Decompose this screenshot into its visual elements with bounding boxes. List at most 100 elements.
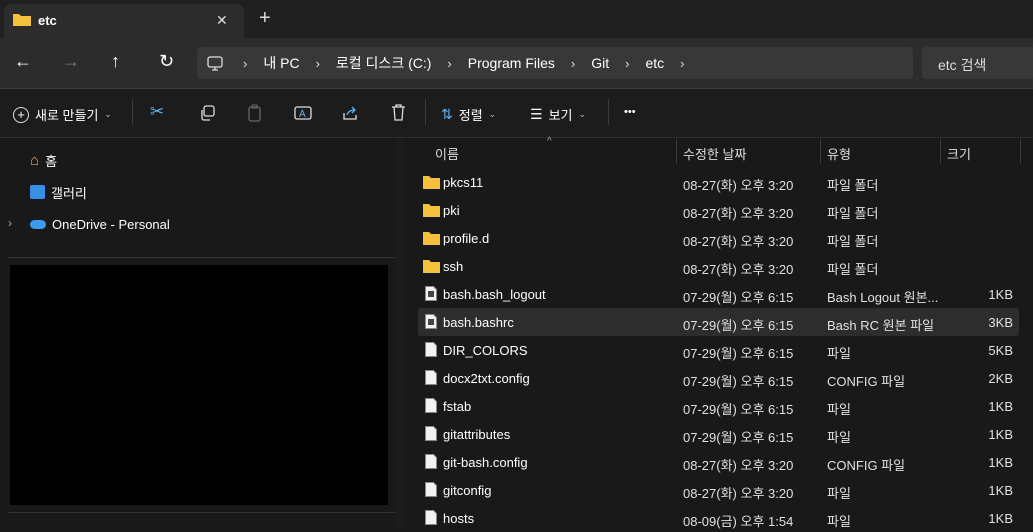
breadcrumb-local-disk[interactable]: 로컬 디스크 (C:) [326,53,442,73]
svg-text:A: A [299,109,306,120]
cut-icon[interactable]: ✂ [150,102,164,122]
script-file-icon [425,286,437,301]
file-type: 파일 [827,514,851,529]
command-bar: + 새로 만들기 ⌄ ✂ A ⇅ 정렬 ⌄ ☰ 보기 ⌄ ••• [0,89,1033,138]
search-input[interactable]: etc 검색 [922,47,1033,79]
chevron-right-icon[interactable]: › [674,56,690,71]
expand-chevron-icon[interactable]: › [8,216,12,230]
file-row[interactable]: bash.bash_logout 07-29(월) 오후 6:15 Bash Log… [404,280,1033,308]
file-row[interactable]: gitconfig 08-27(화) 오후 3:20 파일 1KB [404,476,1033,504]
file-row[interactable]: git-bash.config 08-27(화) 오후 3:20 CONFIG 파일… [404,448,1033,476]
file-name: profile.d [443,231,490,246]
sidebar-item-onedrive[interactable]: OneDrive - Personal [30,208,170,240]
folder-icon [423,204,440,217]
file-row[interactable]: pkcs11 08-27(화) 오후 3:20 파일 폴더 [404,168,1033,196]
column-header-size[interactable]: 크기 [947,144,971,163]
view-label: 보기 [548,108,573,123]
file-name: pkcs11 [443,175,484,190]
breadcrumb-program-files[interactable]: Program Files [458,55,565,71]
delete-icon[interactable] [391,104,406,121]
file-row[interactable]: docx2txt.config 07-29(월) 오후 6:15 CONFIG 파일… [404,364,1033,392]
view-icon: ☰ [530,106,543,122]
new-button[interactable]: + 새로 만들기 ⌄ [13,105,112,124]
file-type: 파일 폴더 [827,178,879,193]
file-list: ^ 이름 수정한 날짜 유형 크기 pkcs11 08-27(화) 오후 3:20… [404,136,1033,529]
chevron-right-icon: › [243,55,248,71]
sidebar-scrollbar[interactable] [395,139,404,528]
divider [8,257,404,258]
file-name: DIR_COLORS [443,343,528,358]
paste-icon[interactable] [247,104,263,122]
rename-icon[interactable]: A [294,105,312,121]
file-row[interactable]: gitattributes 07-29(월) 오후 6:15 파일 1KB [404,420,1033,448]
divider [8,512,404,513]
file-icon [425,370,437,385]
file-row[interactable]: fstab 07-29(월) 오후 6:15 파일 1KB [404,392,1033,420]
file-icon [425,454,437,469]
column-header-type[interactable]: 유형 [827,144,851,163]
tab-title: etc [38,13,57,28]
chevron-right-icon: › [447,55,452,71]
up-icon[interactable]: ↑ [111,51,120,72]
column-header-name[interactable]: 이름 [435,144,459,163]
file-name: ssh [443,259,464,274]
script-file-icon [425,314,437,329]
file-icon [425,398,437,413]
column-divider[interactable] [820,139,821,164]
file-row[interactable]: bash.bashrc 07-29(월) 오후 6:15 Bash RC 원본 파일… [418,308,1019,336]
copy-icon[interactable] [199,105,215,121]
close-tab-icon[interactable]: ✕ [216,12,228,29]
forward-icon[interactable]: → [62,51,80,72]
file-type: 파일 [827,430,851,445]
back-icon[interactable]: ← [14,51,32,72]
file-date: 07-29(월) 오후 6:15 [683,346,794,361]
file-name: gitconfig [443,483,492,498]
column-divider[interactable] [940,139,941,164]
file-name: fstab [443,399,472,414]
file-date: 07-29(월) 오후 6:15 [683,402,794,417]
column-header-row: ^ 이름 수정한 날짜 유형 크기 [404,136,1033,166]
file-date: 07-29(월) 오후 6:15 [683,374,794,389]
breadcrumb-etc[interactable]: etc [635,55,674,71]
divider [132,99,133,125]
tab-etc[interactable]: etc ✕ [4,4,244,38]
sidebar-item-gallery[interactable]: 갤러리 [30,176,87,208]
more-options-button[interactable]: ••• [624,106,636,118]
file-size: 5KB [988,343,1013,358]
column-header-date[interactable]: 수정한 날짜 [683,144,746,163]
file-row[interactable]: DIR_COLORS 07-29(월) 오후 6:15 파일 5KB [404,336,1033,364]
chevron-right-icon: › [315,55,320,71]
refresh-icon[interactable]: ↻ [159,51,174,72]
sidebar-item-label: OneDrive - Personal [52,216,170,232]
file-type: 파일 [827,486,851,501]
new-tab-button[interactable]: + [259,7,271,30]
file-size: 3KB [988,315,1013,330]
file-size: 1KB [988,455,1013,470]
file-type: 파일 폴더 [827,234,879,249]
column-divider[interactable] [676,139,677,164]
sort-button[interactable]: ⇅ 정렬 ⌄ [441,105,496,124]
file-date: 08-27(화) 오후 3:20 [683,178,794,193]
home-icon: ⌂ [30,151,40,169]
breadcrumb-my-pc[interactable]: 내 PC [253,53,309,73]
divider [608,99,609,125]
folder-icon [423,260,440,273]
file-date: 07-29(월) 오후 6:15 [683,318,794,333]
file-row[interactable]: profile.d 08-27(화) 오후 3:20 파일 폴더 [404,224,1033,252]
file-row[interactable]: ssh 08-27(화) 오후 3:20 파일 폴더 [404,252,1033,280]
address-bar[interactable]: › 내 PC › 로컬 디스크 (C:) › Program Files › G… [197,47,913,79]
file-row[interactable]: pki 08-27(화) 오후 3:20 파일 폴더 [404,196,1033,224]
file-date: 08-27(화) 오후 3:20 [683,234,794,249]
file-date: 08-27(화) 오후 3:20 [683,458,794,473]
view-button[interactable]: ☰ 보기 ⌄ [530,105,586,124]
file-name: bash.bash_logout [443,287,546,302]
file-size: 1KB [988,483,1013,498]
breadcrumb-git[interactable]: Git [581,55,619,71]
file-date: 07-29(월) 오후 6:15 [683,430,794,445]
sidebar-item-home[interactable]: ⌂ 홈 [30,144,57,176]
file-icon [425,510,437,525]
redacted-area [10,265,388,505]
share-icon[interactable] [342,105,359,121]
file-name: git-bash.config [443,455,528,470]
column-divider[interactable] [1020,139,1021,164]
